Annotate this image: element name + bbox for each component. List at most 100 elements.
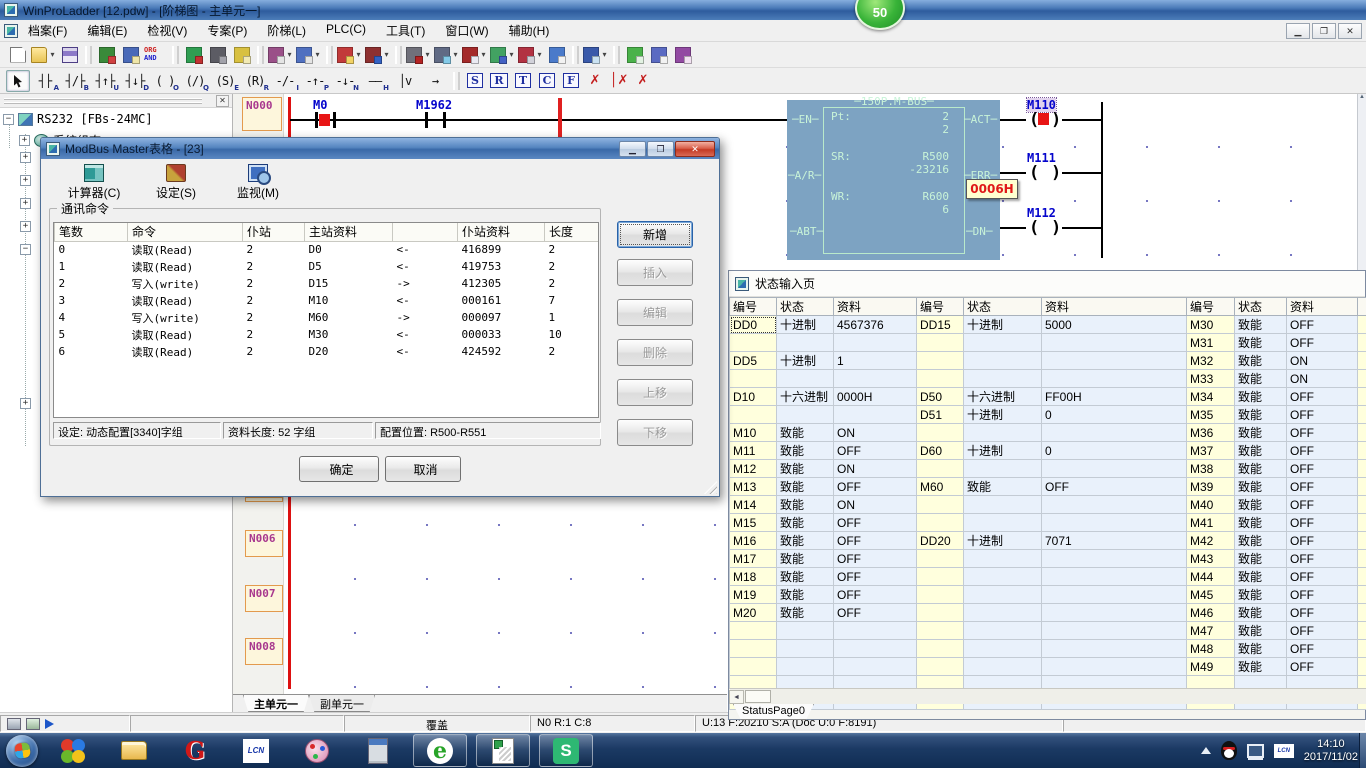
tree-root-row[interactable]: − RS232 [FBs-24MC] [3, 112, 153, 126]
status-row[interactable]: M17致能OFFM43致能OFF [730, 550, 1366, 568]
status-column-header[interactable]: 资料 [1287, 298, 1358, 316]
expand-icon[interactable]: + [20, 175, 31, 186]
edit-button[interactable]: 编辑 [617, 299, 693, 326]
status-list-button[interactable]: ▾ [489, 44, 517, 66]
monitor-grid-button[interactable]: ▾ [295, 44, 323, 66]
status-row[interactable]: M48致能OFF [730, 640, 1366, 658]
status-row[interactable]: M33致能ON [730, 370, 1366, 388]
instruction-window-button[interactable] [119, 44, 143, 66]
status-table[interactable]: 编号状态资料编号状态资料编号状态资料DD0十进制4567376DD15十进制50… [729, 297, 1366, 710]
dropdown-icon[interactable]: ▾ [382, 50, 391, 59]
dropdown-icon[interactable]: ▾ [600, 50, 609, 59]
expand-icon[interactable]: + [20, 221, 31, 232]
qq-icon[interactable] [1221, 741, 1237, 760]
menu-item-2[interactable]: 检视(V) [137, 19, 197, 42]
function-button-F[interactable]: F [559, 70, 583, 92]
dropdown-icon[interactable]: ▾ [479, 50, 488, 59]
green-browser-taskbar-button[interactable]: e [413, 734, 467, 767]
status-row[interactable]: M19致能OFFM45致能OFF [730, 586, 1366, 604]
comment-list-button[interactable] [623, 44, 647, 66]
command-row[interactable]: 2写入(write)2D15->4123052 [55, 275, 600, 292]
status-row[interactable]: M14致能ONM40致能OFF [730, 496, 1366, 514]
ladder-element-button-O[interactable]: ( )O [150, 70, 180, 92]
expand-icon[interactable]: + [19, 135, 30, 146]
expand-icon[interactable]: + [20, 198, 31, 209]
network-label-N008[interactable]: N008 [245, 638, 283, 665]
ladder-element-button-13[interactable]: → [420, 70, 450, 92]
menu-item-7[interactable]: 窗口(W) [435, 19, 498, 42]
run-gear-button[interactable]: ▾ [405, 44, 433, 66]
winproladder-doc-taskbar-button[interactable] [476, 734, 530, 767]
command-row[interactable]: 4写入(write)2M60->0000971 [55, 309, 600, 326]
dropdown-icon[interactable]: ▾ [507, 50, 516, 59]
dropdown-icon[interactable]: ▾ [423, 50, 432, 59]
mdi-restore-button[interactable]: ❐ [1312, 23, 1336, 39]
chip-button[interactable] [206, 44, 230, 66]
status-row[interactable]: DD5十进制1M32致能ON [730, 352, 1366, 370]
command-column-header[interactable]: 仆站资料 [458, 223, 545, 241]
command-row[interactable]: 6读取(Read)2D20<-4245922 [55, 343, 600, 360]
status-page-window[interactable]: 状态输入页 编号状态资料编号状态资料编号状态资料DD0十进制4567376DD1… [728, 270, 1366, 720]
menu-item-3[interactable]: 专案(P) [197, 19, 257, 42]
command-column-header[interactable]: 命令 [128, 223, 243, 241]
command-table[interactable]: 笔数命令仆站主站资料仆站资料长度0读取(Read)2D0<-41689921读取… [54, 223, 599, 360]
dropdown-icon[interactable]: ▾ [354, 50, 363, 59]
settings-button[interactable]: 设定(S) [137, 164, 215, 201]
pointer-tool-button[interactable] [6, 70, 30, 92]
ladder-element-button-B[interactable]: ┤/├B [60, 70, 90, 92]
delete-button-1[interactable]: │✗ [607, 70, 631, 92]
menu-item-0[interactable]: 档案(F) [18, 19, 77, 42]
expand-icon[interactable]: + [20, 152, 31, 163]
function-button-C[interactable]: C [535, 70, 559, 92]
collapse-icon[interactable]: − [3, 114, 14, 125]
command-column-header[interactable]: 主站资料 [305, 223, 393, 241]
safe360-taskbar-button[interactable] [47, 734, 99, 767]
ladder-element-button-D[interactable]: ┤↓├D [120, 70, 150, 92]
ladder-element-button-R[interactable]: (R)R [240, 70, 270, 92]
paint-taskbar-button[interactable] [291, 734, 343, 767]
status-column-header[interactable]: 编号 [917, 298, 964, 316]
command-column-header[interactable] [393, 223, 458, 241]
status-row[interactable]: M47致能OFF [730, 622, 1366, 640]
status-column-header[interactable]: 编号 [1187, 298, 1235, 316]
status-row[interactable]: M16致能OFFDD20十进制7071M42致能OFF [730, 532, 1366, 550]
delete-button[interactable]: 删除 [617, 339, 693, 366]
status-column-header[interactable]: 状态 [777, 298, 834, 316]
monitor-button[interactable]: 监视(M) [219, 164, 297, 201]
dropdown-icon[interactable]: ▾ [535, 50, 544, 59]
function-button-S[interactable]: S [463, 70, 487, 92]
status-row[interactable]: M31致能OFF [730, 334, 1366, 352]
menu-item-5[interactable]: PLC(C) [316, 19, 376, 42]
contact-label[interactable]: M1962 [416, 98, 452, 112]
status-page-tab[interactable]: StatusPage0 [733, 704, 814, 720]
status-row[interactable]: M12致能ONM38致能OFF [730, 460, 1366, 478]
command-row[interactable]: 0读取(Read)2D0<-4168992 [55, 241, 600, 258]
tree-close-icon[interactable]: ✕ [216, 95, 229, 107]
command-row[interactable]: 1读取(Read)2D5<-4197532 [55, 258, 600, 275]
delete-button-2[interactable]: ✗ [631, 70, 655, 92]
status-row[interactable]: M13致能OFFM60致能OFFM39致能OFF [730, 478, 1366, 496]
status-column-header[interactable]: 状态 [1235, 298, 1287, 316]
dialog-close-button[interactable]: ✕ [675, 141, 715, 157]
command-column-header[interactable]: 笔数 [55, 223, 128, 241]
ladder-window-button[interactable] [95, 44, 119, 66]
scroll-left-icon[interactable]: ◄ [729, 690, 744, 704]
resize-grip[interactable] [704, 481, 717, 494]
ladder-element-button-E[interactable]: (S)E [210, 70, 240, 92]
dropdown-icon[interactable]: ▾ [451, 50, 460, 59]
network-icon[interactable] [1247, 744, 1264, 758]
register-book-button[interactable] [230, 44, 254, 66]
calendar-button[interactable] [545, 44, 569, 66]
network-label-N007[interactable]: N007 [245, 585, 283, 612]
status-row[interactable]: M10致能ONM36致能OFF [730, 424, 1366, 442]
command-column-header[interactable]: 长度 [545, 223, 600, 241]
delete-button-0[interactable]: ✗ [583, 70, 607, 92]
explorer-taskbar-button[interactable] [108, 734, 160, 767]
monitor-run-button[interactable]: ▾ [433, 44, 461, 66]
menu-item-6[interactable]: 工具(T) [376, 19, 435, 42]
status-row[interactable]: M49致能OFF [730, 658, 1366, 676]
tray-expand-icon[interactable] [1201, 747, 1211, 754]
scroll-thumb[interactable] [745, 690, 771, 703]
mdi-close-button[interactable]: ✕ [1338, 23, 1362, 39]
add-button[interactable]: 新增 [617, 221, 693, 248]
